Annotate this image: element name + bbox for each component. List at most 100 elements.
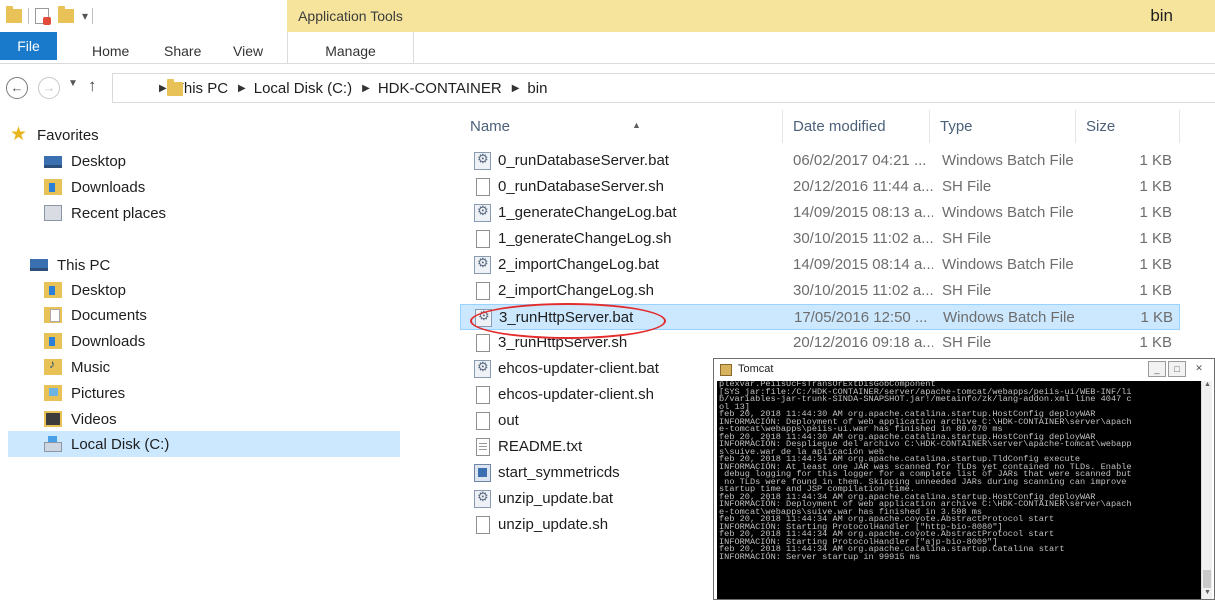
- file-row[interactable]: 2_importChangeLog.sh 30/10/2015 11:02 a..…: [460, 278, 1180, 304]
- scroll-down-icon[interactable]: ▼: [1202, 589, 1213, 599]
- nav-fav-recent-places[interactable]: Recent places: [44, 200, 166, 226]
- document-icon: [476, 230, 490, 248]
- nav-fav-desktop[interactable]: Desktop: [44, 148, 126, 174]
- file-date: 06/02/2017 04:21 ...: [793, 152, 927, 169]
- nav-documents[interactable]: Documents: [44, 302, 147, 328]
- title-bar: ▾ Application Tools bin: [0, 0, 1215, 32]
- minimize-button[interactable]: _: [1148, 361, 1166, 377]
- breadcrumb-local-disk[interactable]: ▶ Local Disk (C:): [238, 80, 362, 97]
- nav-desktop[interactable]: Desktop: [44, 277, 126, 303]
- window-title: bin: [1150, 6, 1173, 25]
- up-button[interactable]: ↑: [88, 76, 97, 96]
- document-icon: [476, 282, 490, 300]
- document-icon: [476, 178, 490, 196]
- tab-view[interactable]: View: [233, 32, 263, 64]
- tomcat-icon: [720, 364, 732, 376]
- batch-file-icon: [474, 151, 491, 170]
- batch-file-icon: [474, 255, 491, 274]
- tab-home[interactable]: Home: [92, 32, 129, 64]
- breadcrumb-bin[interactable]: ▶ bin: [512, 80, 558, 97]
- document-icon: [476, 516, 490, 534]
- file-name: 2_importChangeLog.bat: [498, 256, 659, 273]
- nav-videos[interactable]: Videos: [44, 406, 117, 432]
- navigation-pane: ★ Favorites Desktop Downloads Recent plac…: [0, 118, 440, 600]
- column-header-date-modified[interactable]: Date modified: [783, 110, 930, 143]
- customize-qat-icon[interactable]: ▾: [82, 9, 88, 23]
- file-row[interactable]: 1_generateChangeLog.bat 14/09/2015 08:13 …: [460, 200, 1180, 226]
- computer-icon: [30, 259, 48, 271]
- file-name: 0_runDatabaseServer.bat: [498, 152, 669, 169]
- file-type: SH File: [942, 282, 992, 299]
- file-type: Windows Batch File: [942, 152, 1074, 169]
- batch-file-icon: [474, 359, 491, 378]
- file-row[interactable]: 1_generateChangeLog.sh 30/10/2015 11:02 a…: [460, 226, 1180, 252]
- forward-button[interactable]: →: [38, 77, 60, 99]
- desktop-folder-icon: [44, 282, 62, 298]
- chevron-right-icon: ▶: [159, 82, 167, 94]
- file-size: 1 KB: [1139, 152, 1172, 169]
- nav-local-disk[interactable]: Local Disk (C:): [8, 431, 400, 457]
- chevron-right-icon: ▶: [511, 82, 520, 94]
- file-type: Windows Batch File: [943, 309, 1075, 326]
- console-title-bar: Tomcat _ □ ✕: [714, 359, 1214, 381]
- separator: [28, 8, 29, 24]
- scroll-up-icon[interactable]: ▲: [1202, 381, 1213, 391]
- address-row: ← → ▼ ↑ ▶ This PC ▶ Local Disk (C:) ▶ HDK-C…: [0, 70, 1215, 106]
- console-line: INFORMACIÓN: Server startup in 99915 ms: [719, 551, 921, 562]
- tomcat-console-window[interactable]: Tomcat _ □ ✕ plexvar.PeiisUcFsTransOrExt…: [713, 358, 1215, 600]
- file-size: 1 KB: [1139, 230, 1172, 247]
- file-type: Windows Batch File: [942, 256, 1074, 273]
- tab-file[interactable]: File: [0, 32, 57, 60]
- file-date: 14/09/2015 08:13 a...: [793, 204, 933, 221]
- file-name: 2_importChangeLog.sh: [498, 282, 654, 299]
- nav-music[interactable]: Music: [44, 354, 110, 380]
- file-date: 14/09/2015 08:14 a...: [793, 256, 933, 273]
- quick-access-toolbar: ▾: [0, 0, 94, 32]
- properties-icon[interactable]: [35, 8, 51, 25]
- column-header-size[interactable]: Size: [1076, 110, 1180, 143]
- file-size: 1 KB: [1140, 309, 1173, 326]
- console-title: Tomcat: [738, 363, 774, 375]
- tab-manage[interactable]: Manage: [287, 32, 414, 64]
- folder-icon: [6, 6, 22, 23]
- maximize-button[interactable]: □: [1168, 361, 1186, 377]
- file-size: 1 KB: [1139, 256, 1172, 273]
- breadcrumb-hdk-container[interactable]: ▶ HDK-CONTAINER: [362, 80, 512, 97]
- nav-fav-downloads[interactable]: Downloads: [44, 174, 145, 200]
- console-output[interactable]: plexvar.PeiisUcFsTransOrExtDisGobCompone…: [717, 381, 1201, 599]
- file-size: 1 KB: [1139, 204, 1172, 221]
- file-name: 1_generateChangeLog.bat: [498, 204, 677, 221]
- nav-this-pc[interactable]: This PC: [30, 252, 110, 278]
- new-folder-icon[interactable]: [58, 6, 74, 23]
- file-date: 30/10/2015 11:02 a...: [793, 230, 933, 247]
- file-size: 1 KB: [1139, 178, 1172, 195]
- tab-share[interactable]: Share: [164, 32, 201, 64]
- music-icon: [44, 357, 62, 375]
- column-header-type[interactable]: Type: [930, 110, 1076, 143]
- videos-icon: [44, 411, 62, 427]
- chevron-right-icon: ▶: [238, 82, 246, 94]
- nav-favorites[interactable]: ★ Favorites: [10, 122, 99, 148]
- file-row[interactable]: 0_runDatabaseServer.bat 06/02/2017 04:21 …: [460, 148, 1180, 174]
- text-file-icon: [476, 438, 490, 456]
- file-size: 1 KB: [1139, 282, 1172, 299]
- file-date: 20/12/2016 09:18 a...: [793, 334, 933, 351]
- nav-pictures[interactable]: Pictures: [44, 380, 125, 406]
- file-row[interactable]: 0_runDatabaseServer.sh 20/12/2016 11:44 a…: [460, 174, 1180, 200]
- file-type: Windows Batch File: [942, 204, 1074, 221]
- column-header-name[interactable]: ▲ Name: [460, 110, 783, 143]
- application-tools-context-tab: Application Tools: [287, 0, 414, 32]
- console-line: b/variables-jar-trunk-SINDA-SNAPSHOT.jar…: [719, 394, 1132, 404]
- ribbon-tabs: File Home Share View Manage: [0, 32, 1215, 64]
- back-button[interactable]: ←: [6, 77, 28, 99]
- file-type: SH File: [942, 178, 992, 195]
- scroll-thumb[interactable]: [1203, 570, 1211, 588]
- address-bar[interactable]: ▶ This PC ▶ Local Disk (C:) ▶ HDK-CONTAINER…: [112, 73, 1215, 103]
- nav-downloads[interactable]: Downloads: [44, 328, 145, 354]
- close-button[interactable]: ✕: [1190, 361, 1208, 377]
- recent-locations-button[interactable]: ▼: [68, 78, 78, 89]
- file-row[interactable]: 2_importChangeLog.bat 14/09/2015 08:14 a.…: [460, 252, 1180, 278]
- annotation-circle: [470, 303, 666, 339]
- file-name: 0_runDatabaseServer.sh: [498, 178, 664, 195]
- console-scrollbar[interactable]: ▲ ▼: [1201, 381, 1212, 599]
